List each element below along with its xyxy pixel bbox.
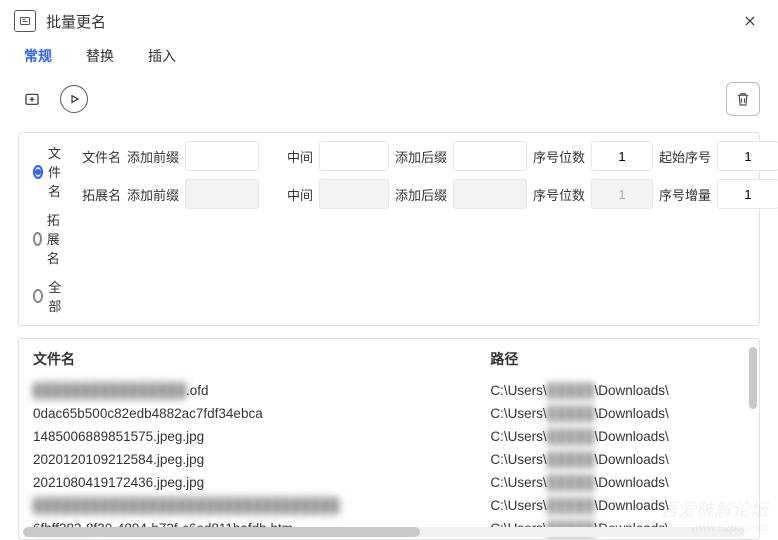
mid-label: 中间 <box>265 147 313 166</box>
cell-filename: ████████████████████████████████ <box>19 494 476 517</box>
cell-path: C:\Users\█████\Downloads\ <box>476 379 759 402</box>
table-row[interactable]: 1485006889851575.jpeg.jpgC:\Users\█████\… <box>19 425 759 448</box>
trash-icon <box>734 90 752 108</box>
row-label: 拓展名 <box>73 185 121 204</box>
mid-input <box>319 179 389 209</box>
col-path[interactable]: 路径 <box>476 339 759 379</box>
digits-input[interactable] <box>591 141 653 171</box>
table-row[interactable]: ████████████████.ofdC:\Users\█████\Downl… <box>19 379 759 402</box>
delete-button[interactable] <box>726 82 760 116</box>
cell-path: C:\Users\█████\Downloads\ <box>476 402 759 425</box>
cell-filename: 2020120109212584.jpeg.jpg <box>19 448 476 471</box>
cell-filename: ████████████████.ofd <box>19 379 476 402</box>
radio-label: 全部 <box>48 277 65 315</box>
radio-icon <box>33 232 42 246</box>
suffix-input <box>453 179 527 209</box>
cell-path: C:\Users\█████\Downloads\ <box>476 448 759 471</box>
digits-label: 序号位数 <box>533 147 585 166</box>
cell-path: C:\Users\█████\Downloads\ <box>476 494 759 517</box>
close-button[interactable] <box>736 7 764 35</box>
prefix-label: 添加前缀 <box>127 147 179 166</box>
table-row[interactable]: 0dac65b500c82edb4882ac7fdf34ebcaC:\Users… <box>19 402 759 425</box>
file-table: 文件名 路径 ████████████████.ofdC:\Users\████… <box>18 338 760 540</box>
incr-input[interactable] <box>717 179 778 209</box>
vertical-scrollbar[interactable] <box>749 347 757 525</box>
play-icon <box>66 91 82 107</box>
col-filename[interactable]: 文件名 <box>19 339 476 379</box>
table-row[interactable]: 2020120109212584.jpeg.jpgC:\Users\█████\… <box>19 448 759 471</box>
filename-row: 文件名 添加前缀 中间 添加后缀 序号位数 起始序号 <box>73 141 778 171</box>
radio-label: 拓展名 <box>47 210 65 267</box>
app-icon <box>14 10 36 32</box>
radio-label: 文件名 <box>48 143 65 200</box>
extension-row: 拓展名 添加前缀 中间 添加后缀 序号位数 序号增量 <box>73 179 778 209</box>
digits-label: 序号位数 <box>533 185 585 204</box>
start-input[interactable] <box>717 141 778 171</box>
cell-filename: 0dac65b500c82edb4882ac7fdf34ebca <box>19 402 476 425</box>
suffix-label: 添加后缀 <box>395 147 447 166</box>
add-folder-icon <box>24 91 40 107</box>
cell-filename: 1485006889851575.jpeg.jpg <box>19 425 476 448</box>
mid-input[interactable] <box>319 141 389 171</box>
run-button[interactable] <box>60 85 88 113</box>
table-row[interactable]: ████████████████████████████████C:\Users… <box>19 494 759 517</box>
window-title: 批量更名 <box>46 11 736 32</box>
tab-insert[interactable]: 插入 <box>148 46 176 68</box>
cell-filename: 2021080419172436.jpeg.jpg <box>19 471 476 494</box>
add-button[interactable] <box>18 85 46 113</box>
tab-replace[interactable]: 替换 <box>86 46 114 68</box>
incr-label: 序号增量 <box>659 185 711 204</box>
close-icon <box>743 14 757 28</box>
mid-label: 中间 <box>265 185 313 204</box>
tab-bar: 常规 替换 插入 <box>0 42 778 82</box>
row-label: 文件名 <box>73 147 121 166</box>
cell-path: C:\Users\█████\Downloads\ <box>476 471 759 494</box>
table-row[interactable]: 2021080419172436.jpeg.jpgC:\Users\█████\… <box>19 471 759 494</box>
digits-input <box>591 179 653 209</box>
radio-icon <box>33 289 43 303</box>
horizontal-scrollbar[interactable] <box>23 527 745 537</box>
start-label: 起始序号 <box>659 147 711 166</box>
suffix-label: 添加后缀 <box>395 185 447 204</box>
suffix-input[interactable] <box>453 141 527 171</box>
radio-filename[interactable]: 文件名 <box>33 143 65 200</box>
prefix-input <box>185 179 259 209</box>
prefix-label: 添加前缀 <box>127 185 179 204</box>
radio-extension[interactable]: 拓展名 <box>33 210 65 267</box>
radio-all[interactable]: 全部 <box>33 277 65 315</box>
cell-path: C:\Users\█████\Downloads\ <box>476 425 759 448</box>
tab-general[interactable]: 常规 <box>24 46 52 68</box>
prefix-input[interactable] <box>185 141 259 171</box>
radio-icon <box>33 165 43 179</box>
